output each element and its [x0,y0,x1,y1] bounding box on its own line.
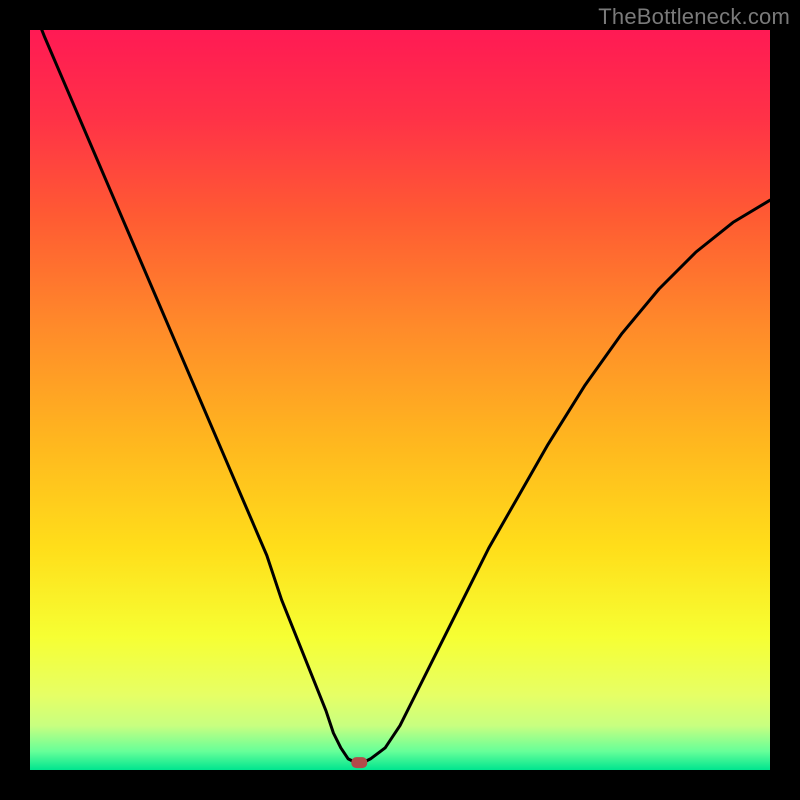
frame [0,770,800,800]
bottleneck-chart [0,0,800,800]
frame [0,0,30,800]
chart-container: TheBottleneck.com [0,0,800,800]
plot-background [30,30,770,770]
optimal-marker [351,757,367,768]
watermark-text: TheBottleneck.com [598,4,790,30]
frame [770,0,800,800]
